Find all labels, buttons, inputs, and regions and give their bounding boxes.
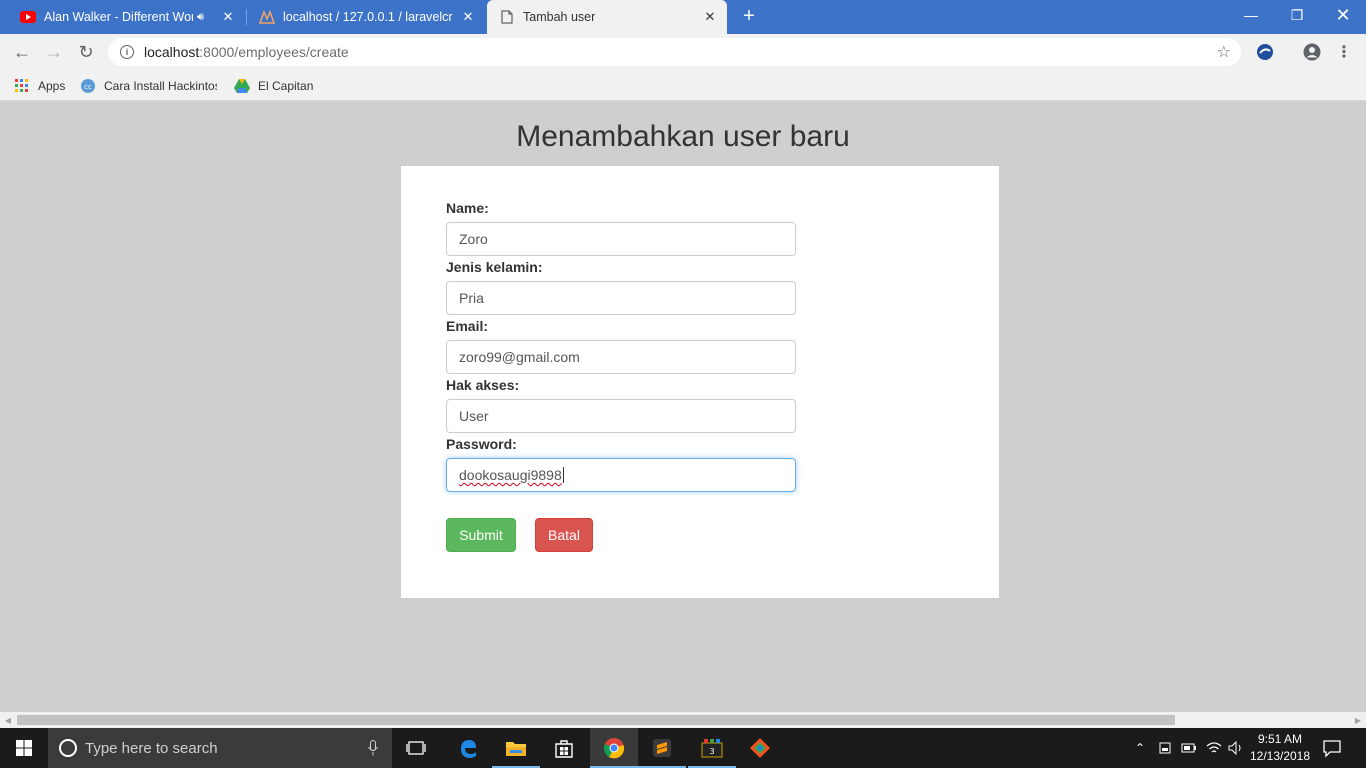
page-title: Menambahkan user baru bbox=[516, 120, 850, 153]
form-card: Name: Zoro Jenis kelamin: Pria Email: zo… bbox=[401, 166, 999, 598]
minimize-icon[interactable]: — bbox=[1228, 0, 1274, 30]
action-center-icon[interactable] bbox=[1322, 738, 1342, 758]
phpmyadmin-icon bbox=[259, 9, 275, 25]
close-tab-icon[interactable]: ✕ bbox=[459, 9, 477, 25]
name-field[interactable]: Zoro bbox=[446, 222, 796, 256]
file-explorer-icon[interactable] bbox=[492, 728, 540, 768]
search-placeholder: Type here to search bbox=[85, 739, 218, 757]
browser-toolbar: ← → ↻ i localhost:8000/employees/create … bbox=[0, 34, 1366, 70]
reload-icon[interactable]: ↻ bbox=[72, 38, 100, 66]
task-view-icon[interactable] bbox=[392, 728, 440, 768]
tab-youtube[interactable]: Alan Walker - Different World 🔊︎ ✕ bbox=[0, 0, 245, 34]
tab-title: localhost / 127.0.0.1 / laravelcrud bbox=[283, 10, 453, 24]
bookmarks-bar: Apps cc Cara Install Hackintos El Capita… bbox=[0, 70, 1366, 101]
tab-strip: Alan Walker - Different World 🔊︎ ✕ local… bbox=[0, 0, 1366, 34]
chrome-icon[interactable] bbox=[590, 728, 638, 768]
svg-text:cc: cc bbox=[84, 83, 92, 91]
password-field[interactable]: dookosaugi9898 bbox=[446, 458, 796, 492]
close-window-icon[interactable]: ✕ bbox=[1320, 0, 1366, 30]
submit-button[interactable]: Submit bbox=[446, 518, 516, 552]
password-label: Password: bbox=[446, 436, 517, 452]
close-tab-icon[interactable]: ✕ bbox=[219, 9, 237, 25]
tab-tambah-user[interactable]: Tambah user ✕ bbox=[487, 0, 727, 34]
apps-grid-icon bbox=[14, 78, 30, 94]
wifi-icon[interactable] bbox=[1206, 740, 1222, 756]
gender-field[interactable]: Pria bbox=[446, 281, 796, 315]
forward-arrow-icon[interactable]: → bbox=[40, 38, 68, 66]
url-text[interactable]: localhost:8000/employees/create bbox=[144, 44, 349, 60]
document-icon bbox=[499, 9, 515, 25]
system-clock[interactable]: 9:51 AM 12/13/2018 bbox=[1244, 731, 1316, 765]
restore-icon[interactable]: ❐ bbox=[1274, 0, 1320, 30]
scrollbar-thumb[interactable] bbox=[17, 715, 1175, 725]
volume-icon[interactable] bbox=[1228, 740, 1244, 756]
new-tab-button[interactable]: + bbox=[737, 5, 761, 29]
bookmark-star-icon[interactable]: ☆ bbox=[1217, 42, 1231, 62]
gender-label: Jenis kelamin: bbox=[446, 259, 543, 275]
horizontal-scrollbar[interactable]: ◀ ▶ bbox=[0, 712, 1366, 728]
bookmark-el-capitan[interactable]: El Capitan bbox=[234, 76, 313, 96]
close-tab-icon[interactable]: ✕ bbox=[701, 9, 719, 25]
site-icon: cc bbox=[80, 78, 96, 94]
clock-date: 12/13/2018 bbox=[1249, 749, 1311, 763]
back-arrow-icon[interactable]: ← bbox=[8, 38, 36, 66]
edge-icon[interactable] bbox=[444, 728, 492, 768]
access-field[interactable]: User bbox=[446, 399, 796, 433]
access-label: Hak akses: bbox=[446, 377, 520, 393]
cancel-button[interactable]: Batal bbox=[535, 518, 593, 552]
gender-value: Pria bbox=[459, 290, 484, 306]
bookmark-label: El Capitan bbox=[258, 79, 314, 93]
page-viewport: Menambahkan user baru Name: Zoro Jenis k… bbox=[0, 101, 1366, 712]
email-value: zoro99@gmail.com bbox=[459, 349, 580, 365]
clock-time: 9:51 AM bbox=[1257, 732, 1303, 746]
sublime-text-icon[interactable] bbox=[638, 728, 686, 768]
tab-title: Tambah user bbox=[523, 10, 596, 24]
bookmark-label: Cara Install Hackintos bbox=[104, 79, 217, 93]
youtube-icon bbox=[20, 9, 36, 25]
scroll-left-icon[interactable]: ◀ bbox=[0, 712, 16, 728]
address-bar[interactable]: i localhost:8000/employees/create ☆ bbox=[108, 38, 1241, 66]
tray-device-icon[interactable] bbox=[1157, 740, 1173, 756]
info-icon[interactable]: i bbox=[120, 45, 134, 59]
scroll-right-icon[interactable]: ▶ bbox=[1350, 712, 1366, 728]
name-label: Name: bbox=[446, 200, 489, 216]
password-value: dookosaugi9898 bbox=[459, 467, 562, 483]
google-drive-icon bbox=[234, 78, 250, 94]
email-field[interactable]: zoro99@gmail.com bbox=[446, 340, 796, 374]
taskbar-search-box[interactable]: Type here to search bbox=[48, 728, 392, 768]
speaker-icon[interactable]: 🔊︎ bbox=[197, 11, 213, 24]
video-editor-icon[interactable]: 3 bbox=[688, 728, 736, 768]
access-value: User bbox=[459, 408, 489, 424]
microphone-icon[interactable] bbox=[368, 740, 378, 759]
store-icon[interactable] bbox=[540, 728, 588, 768]
extension-icon[interactable] bbox=[1255, 42, 1275, 62]
menu-kebab-icon[interactable]: ⋮ bbox=[1334, 42, 1354, 62]
bookmark-cara-install[interactable]: cc Cara Install Hackintos bbox=[80, 76, 217, 96]
tab-phpmyadmin[interactable]: localhost / 127.0.0.1 / laravelcrud ✕ bbox=[247, 0, 485, 34]
tab-title: Alan Walker - Different World bbox=[44, 10, 193, 24]
git-kraken-icon[interactable] bbox=[736, 728, 784, 768]
cortana-icon bbox=[59, 739, 77, 757]
bookmark-label: Apps bbox=[38, 79, 66, 93]
windows-taskbar: Type here to search 3 ⌃ 9:51 AM 12/13/20… bbox=[0, 728, 1366, 768]
name-value: Zoro bbox=[459, 231, 488, 247]
email-label: Email: bbox=[446, 318, 489, 334]
profile-icon[interactable] bbox=[1302, 42, 1322, 62]
text-caret bbox=[562, 467, 564, 483]
battery-icon[interactable] bbox=[1181, 740, 1197, 756]
svg-text:3: 3 bbox=[709, 747, 714, 756]
bookmark-apps[interactable]: Apps bbox=[14, 76, 65, 96]
tray-chevron-up-icon[interactable]: ⌃ bbox=[1132, 740, 1148, 756]
windows-start-icon[interactable] bbox=[0, 728, 48, 768]
